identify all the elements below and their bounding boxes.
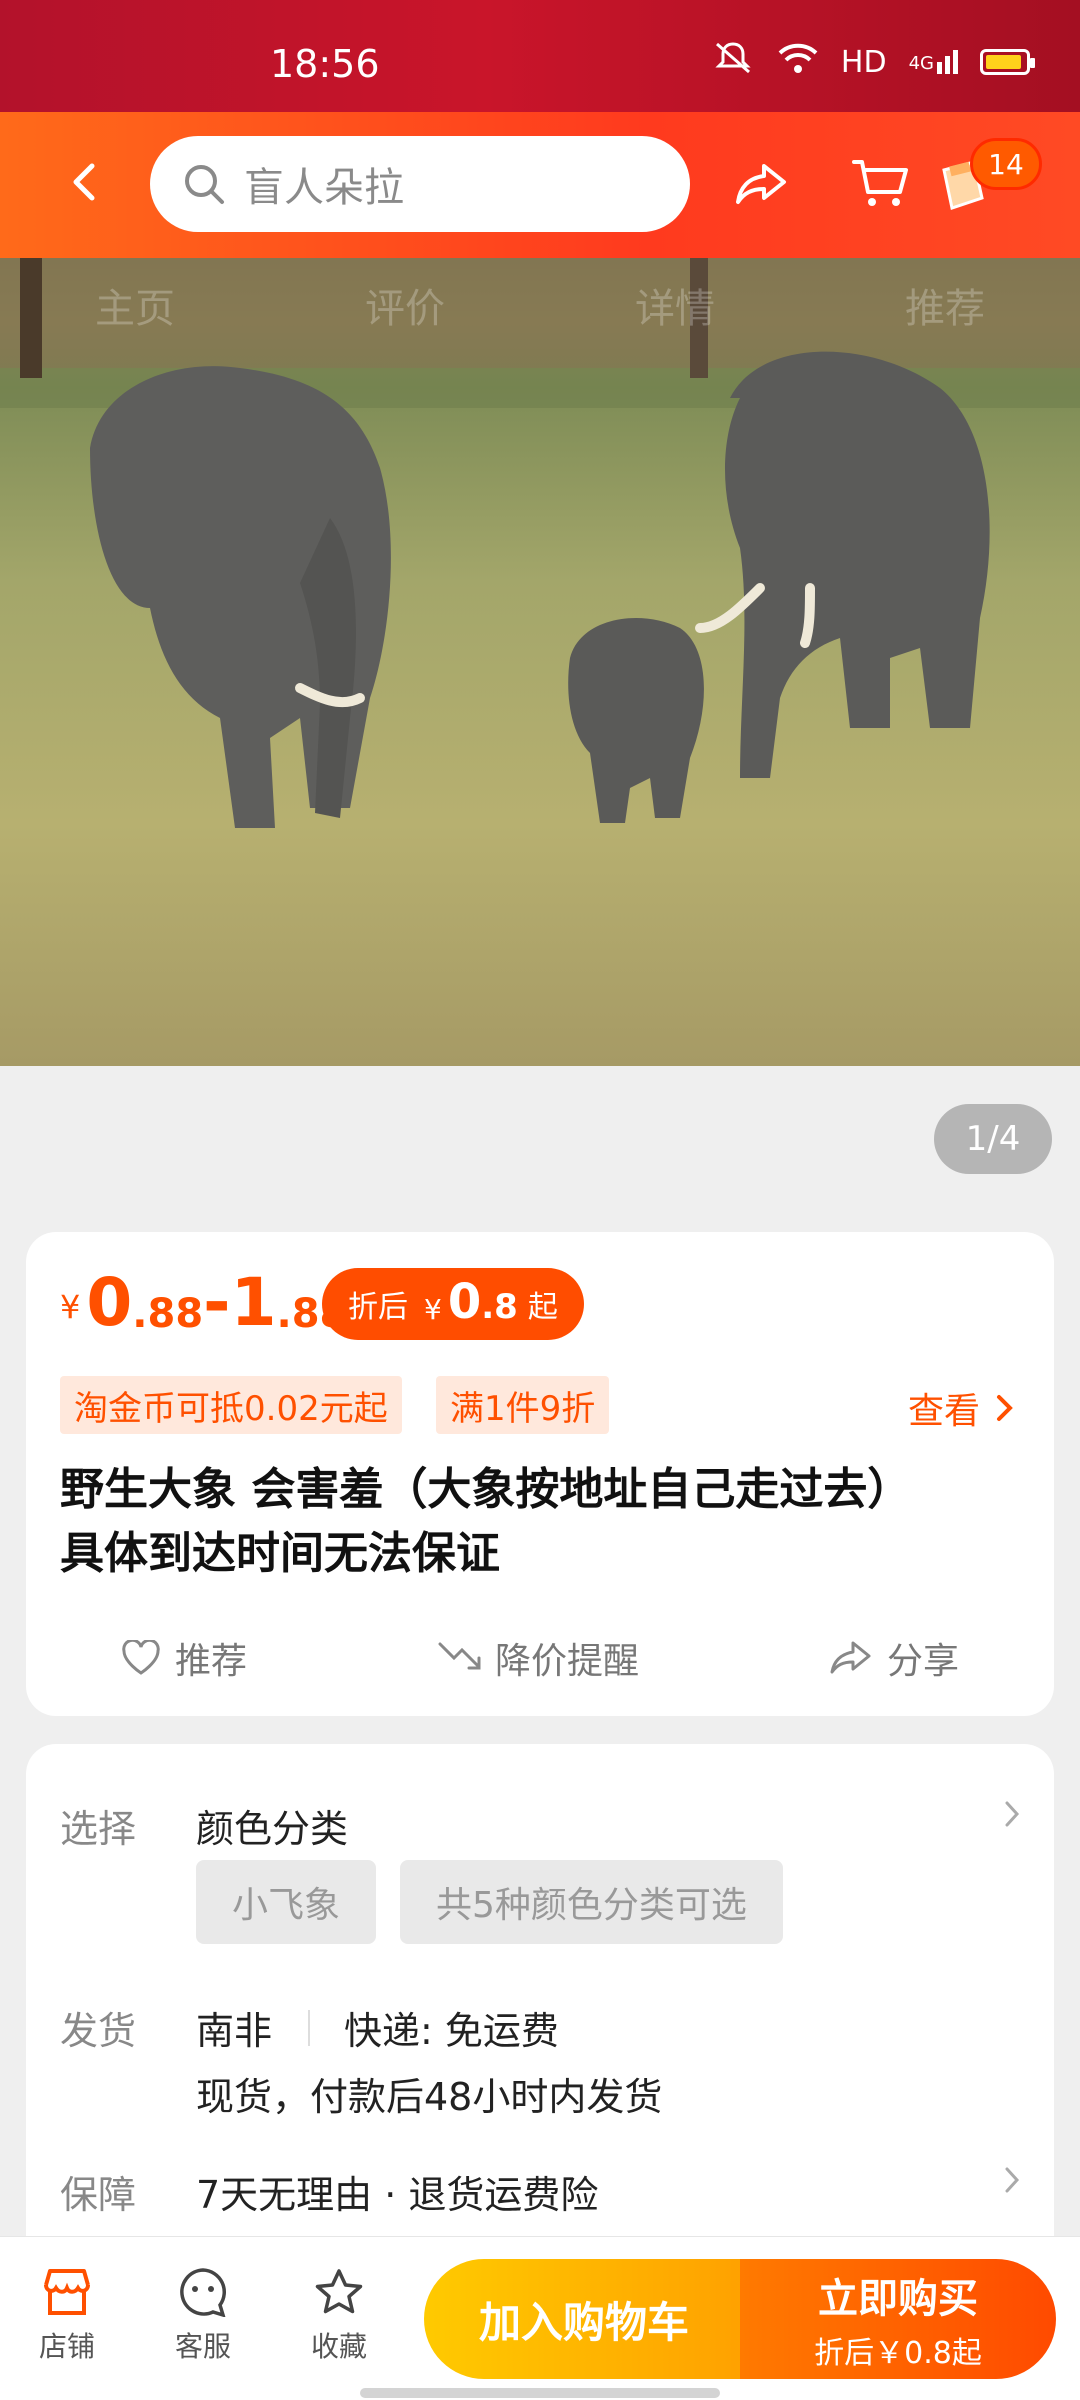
see-promos-link[interactable]: 查看 bbox=[908, 1382, 1014, 1434]
discount-dec: .8 bbox=[481, 1286, 518, 1327]
service-label: 客服 bbox=[174, 2330, 231, 2363]
recommend-label: 推荐 bbox=[174, 1641, 247, 1682]
favorite-button[interactable]: 收藏 bbox=[284, 2267, 394, 2365]
ship-time: 现货，付款后48小时内发货 bbox=[196, 2075, 663, 2119]
favorite-label: 收藏 bbox=[310, 2330, 367, 2363]
buy-now-subprice: 折后￥0.8起 bbox=[814, 2336, 982, 2371]
price-dash: - bbox=[203, 1264, 231, 1341]
price-low-dec: .88 bbox=[132, 1291, 204, 1337]
price-low-int: 0 bbox=[86, 1264, 133, 1341]
chat-bot-icon bbox=[180, 2268, 226, 2317]
guarantee-label: 保障 bbox=[60, 2173, 137, 2217]
product-actions: 推荐 降价提醒 分享 bbox=[26, 1618, 1054, 1698]
status-time: 18:56 bbox=[270, 42, 380, 86]
star-icon bbox=[315, 2269, 363, 2314]
product-title: 野生大象 会害羞（大象按地址自己走过去） 具体到达时间无法保证 bbox=[60, 1458, 1020, 1586]
bottom-action-bar: 店铺 客服 收藏 加入购物车 立即购买 折后￥0.8起 bbox=[0, 2236, 1080, 2400]
back-arrow-icon bbox=[73, 163, 95, 201]
status-icons: HD 4G bbox=[711, 40, 1035, 84]
price-drop-icon bbox=[438, 1642, 481, 1670]
status-bar: 18:56 HD 4G bbox=[0, 0, 1080, 112]
back-button[interactable] bbox=[54, 152, 114, 212]
shop-icon bbox=[44, 2269, 90, 2315]
signal-icon: 4G bbox=[909, 50, 958, 74]
share-arrow-icon bbox=[830, 1641, 871, 1674]
price-alert-label: 降价提醒 bbox=[494, 1641, 639, 1682]
share-top-button[interactable] bbox=[730, 152, 794, 216]
variant-chip[interactable]: 小飞象 bbox=[196, 1860, 377, 1944]
shop-button[interactable]: 店铺 bbox=[12, 2267, 122, 2365]
heart-icon bbox=[122, 1640, 160, 1675]
tab-home[interactable]: 主页 bbox=[95, 276, 175, 334]
variant-count-chip[interactable]: 共5种颜色分类可选 bbox=[400, 1860, 783, 1944]
share-label: 分享 bbox=[886, 1641, 959, 1682]
price-high-int: 1 bbox=[230, 1264, 277, 1341]
chevron-right-icon[interactable] bbox=[1004, 2162, 1020, 2203]
buy-now-label: 立即购买 bbox=[818, 2276, 978, 2322]
select-label: 选择 bbox=[60, 1807, 137, 1851]
cart-count-badge: 14 bbox=[970, 138, 1042, 190]
chevron-right-icon[interactable] bbox=[1004, 1796, 1020, 1837]
cart-icon bbox=[852, 160, 908, 206]
image-counter: 1/4 bbox=[934, 1104, 1052, 1174]
share-icon bbox=[736, 164, 786, 204]
search-icon bbox=[185, 165, 224, 204]
product-title-line2: 具体到达时间无法保证 bbox=[60, 1528, 500, 1579]
price-alert-button[interactable]: 降价提醒 bbox=[437, 1632, 639, 1684]
price-currency: ¥ bbox=[60, 1288, 81, 1326]
customer-service-button[interactable]: 客服 bbox=[148, 2267, 258, 2365]
chevron-right-icon bbox=[997, 1395, 1013, 1421]
cart-button[interactable] bbox=[848, 152, 912, 216]
recommend-button[interactable]: 推荐 bbox=[121, 1632, 247, 1684]
ship-method: 快递: 免运费 bbox=[344, 2009, 559, 2053]
battery-icon bbox=[980, 49, 1035, 75]
tab-details[interactable]: 详情 bbox=[635, 276, 715, 334]
search-placeholder: 盲人朵拉 bbox=[244, 165, 404, 211]
product-image[interactable]: 主页 评价 详情 推荐 bbox=[0, 258, 1080, 1066]
discount-label: 折后 bbox=[348, 1290, 408, 1325]
tab-recommend[interactable]: 推荐 bbox=[905, 276, 985, 334]
price-card: ¥ 0 .88 - 1 .88 折后 ¥ 0 .8 起 淘金币可抵0.02元起 … bbox=[26, 1232, 1054, 1716]
signal-label: 4G bbox=[908, 53, 934, 74]
options-card: 选择 颜色分类 小飞象 共5种颜色分类可选 发货 南非 快递: 免运费 现货，付… bbox=[26, 1744, 1054, 2284]
coin-promo-tag[interactable]: 淘金币可抵0.02元起 bbox=[60, 1376, 402, 1434]
top-navigation-bar: 盲人朵拉 14 bbox=[0, 112, 1080, 258]
discount-currency: ¥ bbox=[424, 1293, 442, 1326]
home-indicator[interactable] bbox=[360, 2388, 720, 2398]
product-title-line1: 野生大象 会害羞（大象按地址自己走过去） bbox=[60, 1464, 912, 1515]
tab-reviews[interactable]: 评价 bbox=[365, 276, 445, 334]
price-range: ¥ 0 .88 - 1 .88 bbox=[60, 1264, 347, 1341]
add-to-cart-button[interactable]: 加入购物车 bbox=[424, 2259, 744, 2379]
ship-label: 发货 bbox=[60, 2009, 137, 2053]
image-tabs: 主页 评价 详情 推荐 bbox=[0, 276, 1080, 334]
wifi-icon bbox=[777, 41, 819, 83]
discount-suffix: 起 bbox=[527, 1290, 558, 1325]
ship-from: 南非 bbox=[196, 2009, 273, 2053]
network-type: HD bbox=[840, 44, 887, 80]
share-button[interactable]: 分享 bbox=[829, 1632, 959, 1684]
mute-icon bbox=[711, 40, 755, 84]
see-label: 查看 bbox=[907, 1391, 980, 1432]
elephant-photo bbox=[0, 258, 1080, 828]
discount-promo-tag[interactable]: 满1件9折 bbox=[436, 1376, 610, 1434]
divider bbox=[308, 2010, 310, 2046]
shop-label: 店铺 bbox=[38, 2330, 95, 2363]
guarantee-value[interactable]: 7天无理由 · 退货运费险 bbox=[196, 2164, 598, 2219]
buy-now-button[interactable]: 立即购买 折后￥0.8起 bbox=[740, 2259, 1056, 2379]
select-value[interactable]: 颜色分类 bbox=[196, 1798, 348, 1853]
discount-price-badge: 折后 ¥ 0 .8 起 bbox=[322, 1268, 584, 1340]
discount-int: 0 bbox=[447, 1274, 482, 1330]
search-input[interactable]: 盲人朵拉 bbox=[150, 136, 690, 232]
